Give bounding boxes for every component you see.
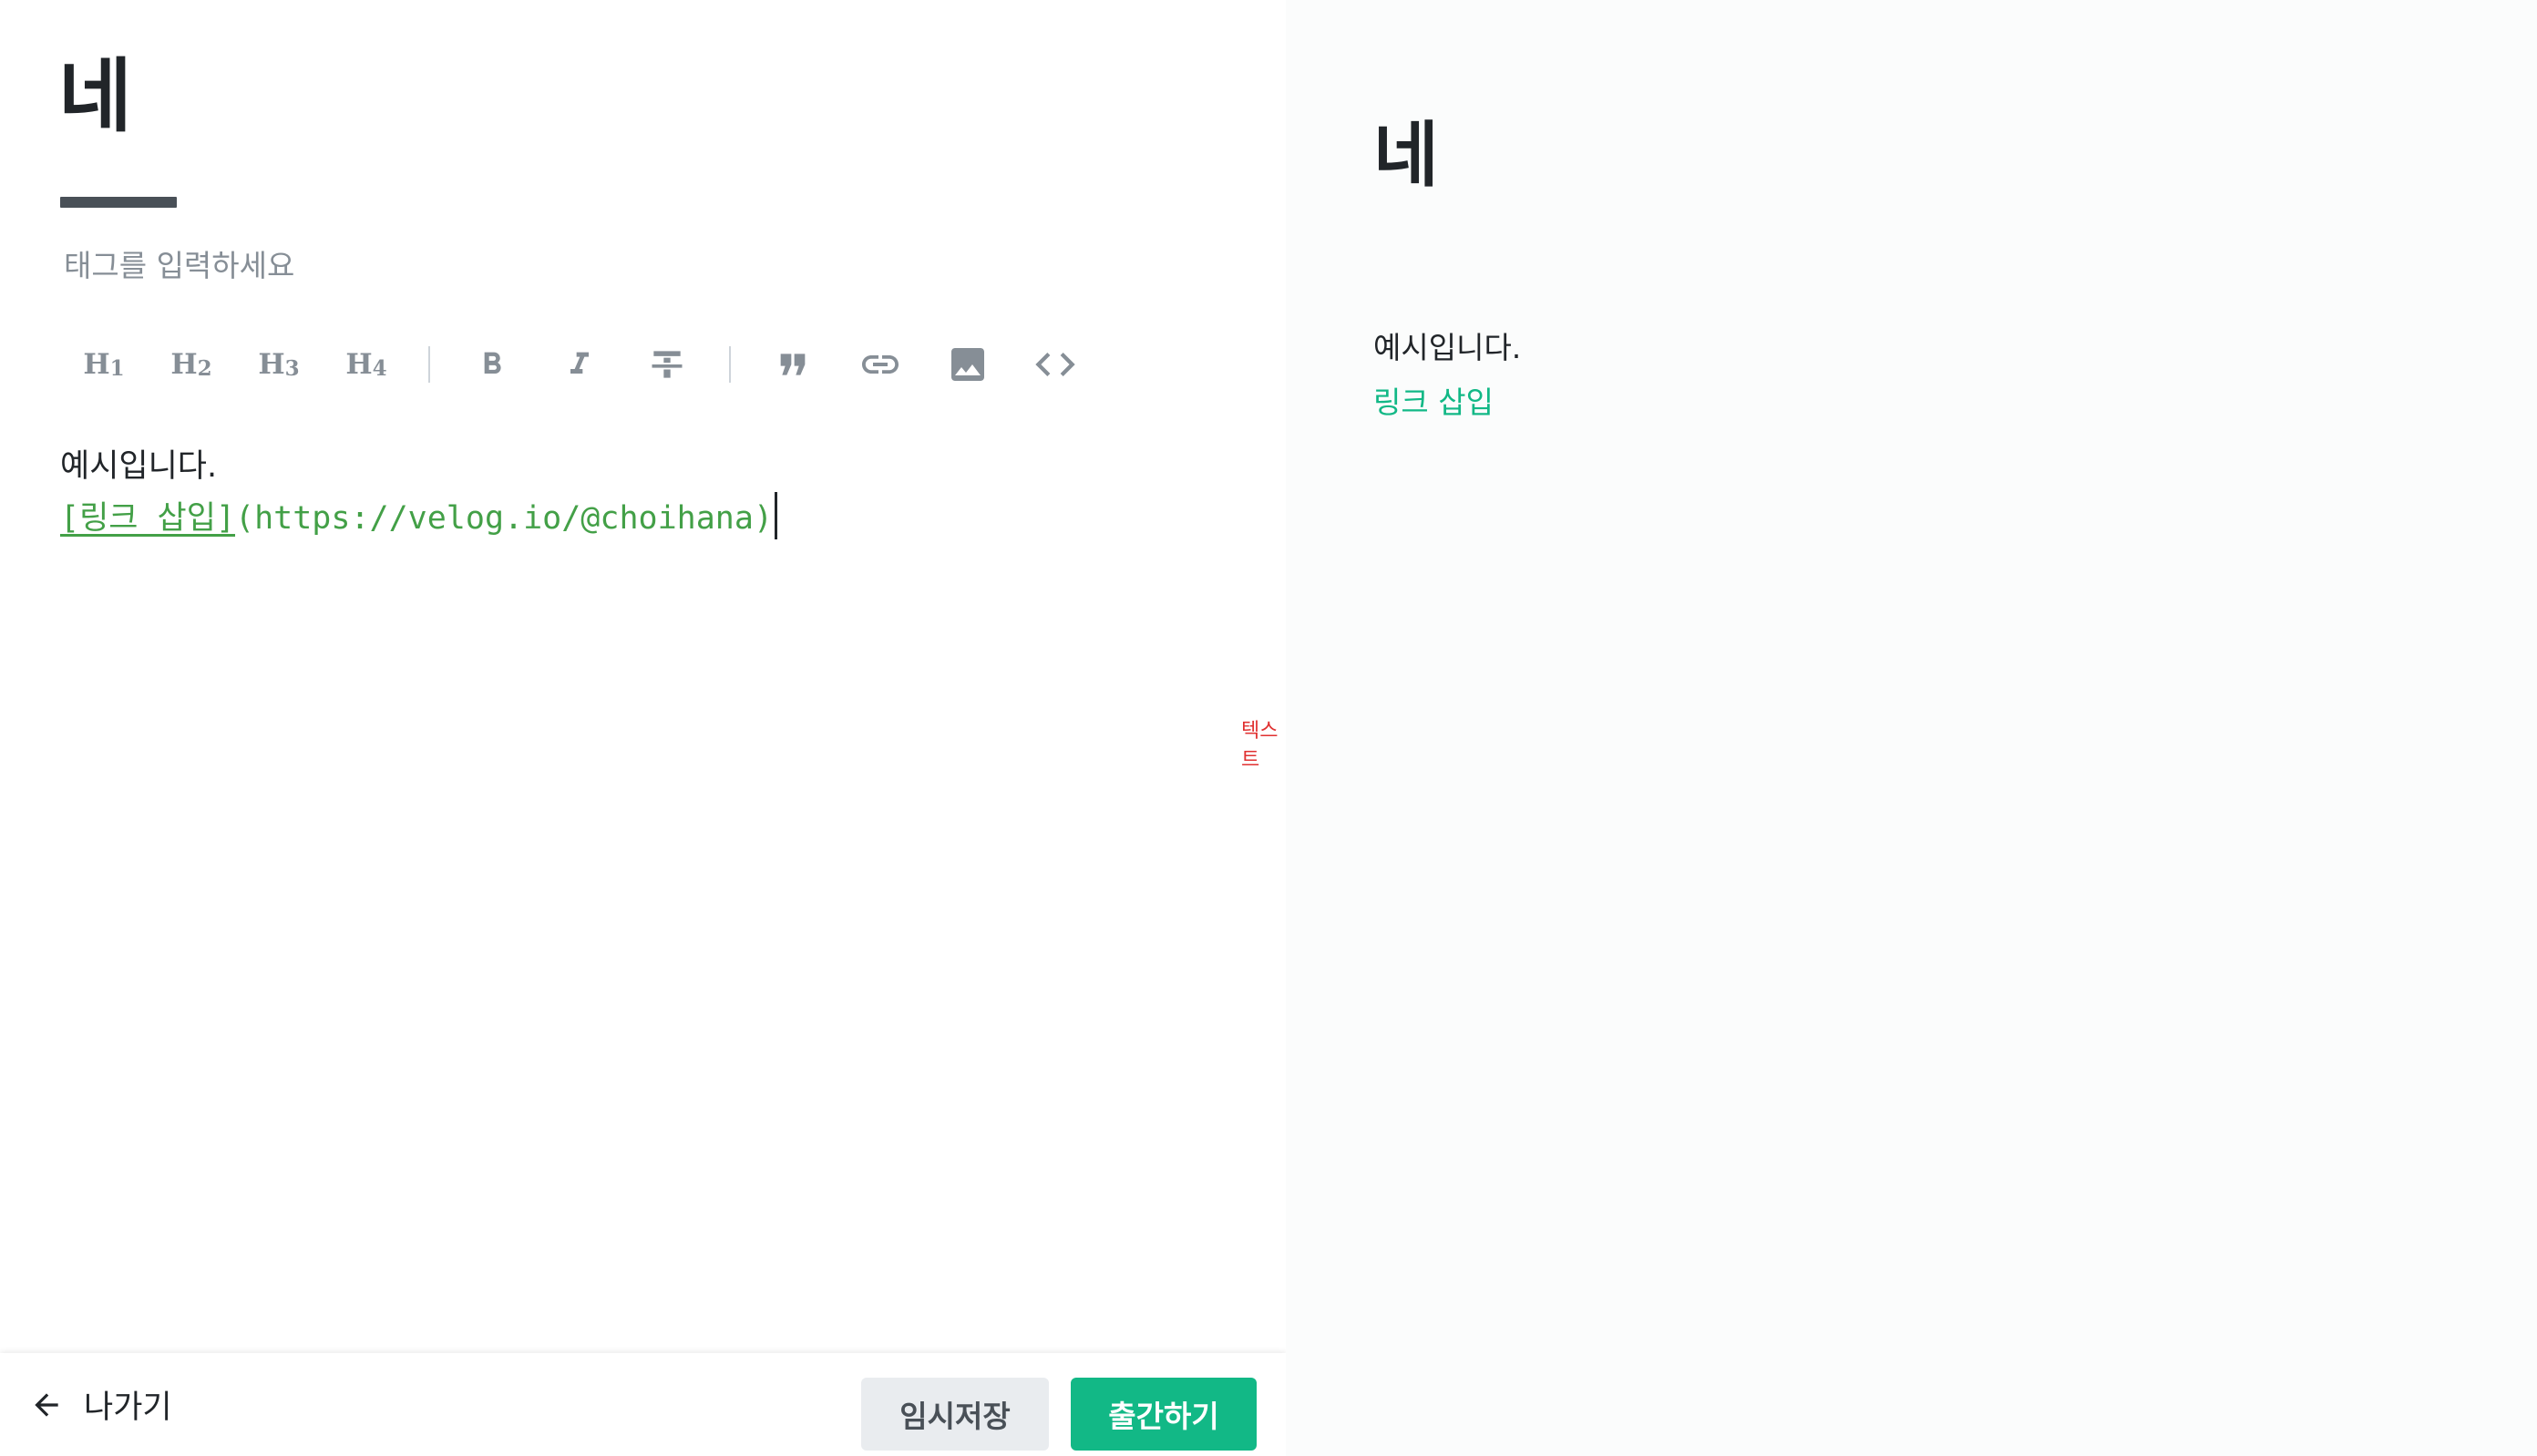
- preview-body: 예시입니다. 링크 삽입: [1373, 321, 1521, 430]
- quote-button[interactable]: [749, 330, 837, 399]
- markdown-link-text: [링크 삽입]: [60, 500, 236, 537]
- bold-icon: [484, 352, 501, 374]
- markdown-editor[interactable]: 예시입니다. [링크 삽입](https://velog.io/@choihan…: [60, 441, 778, 544]
- italic-button[interactable]: [536, 330, 623, 399]
- editor-pane: 네 H1 H2 H3 H4: [0, 0, 1286, 1456]
- preview-pane: 네 예시입니다. 링크 삽입: [1286, 0, 2537, 1456]
- editor-footer: 나가기 임시저장 출간하기: [0, 1353, 1286, 1456]
- preview-text: 예시입니다.: [1373, 330, 1522, 365]
- strikethrough-button[interactable]: [623, 330, 711, 399]
- heading4-icon: H4: [345, 348, 387, 381]
- preview-title: 네: [1373, 115, 1439, 197]
- editor-text-line: 예시입니다.: [60, 448, 218, 485]
- heading1-icon: H1: [83, 348, 125, 381]
- heading2-button[interactable]: H2: [148, 330, 235, 399]
- image-icon: [951, 348, 984, 381]
- heading3-icon: H3: [258, 348, 300, 381]
- italic-icon: [570, 352, 589, 374]
- publish-button[interactable]: 출간하기: [1071, 1378, 1257, 1451]
- tag-input[interactable]: [60, 241, 796, 290]
- quote-icon: [780, 354, 806, 375]
- heading4-button[interactable]: H4: [323, 330, 410, 399]
- editor-toolbar: H1 H2 H3 H4: [60, 330, 1099, 399]
- heading2-icon: H2: [170, 348, 212, 381]
- strikethrough-icon: [652, 351, 683, 378]
- text-caret: [775, 492, 778, 539]
- exit-button[interactable]: 나가기: [29, 1353, 172, 1456]
- link-button[interactable]: [837, 330, 924, 399]
- floating-label: 텍스트: [1241, 720, 1279, 772]
- exit-label: 나가기: [84, 1389, 172, 1426]
- bold-button[interactable]: [448, 330, 536, 399]
- code-icon: [1035, 353, 1075, 376]
- image-button[interactable]: [924, 330, 1012, 399]
- code-button[interactable]: [1012, 330, 1099, 399]
- heading1-button[interactable]: H1: [60, 330, 148, 399]
- toolbar-divider: [428, 346, 430, 383]
- preview-link[interactable]: 링크 삽입: [1373, 375, 1494, 430]
- arrow-left-icon: [35, 1392, 58, 1417]
- markdown-link-url: (https://velog.io/@choihana): [235, 500, 774, 537]
- post-title[interactable]: 네: [58, 42, 132, 151]
- heading3-button[interactable]: H3: [235, 330, 323, 399]
- link-icon: [862, 355, 899, 374]
- title-divider: [60, 197, 177, 208]
- toolbar-divider: [729, 346, 731, 383]
- editor-markdown-link-line: [링크 삽입](https://velog.io/@choihana): [60, 492, 778, 544]
- temp-save-button[interactable]: 임시저장: [861, 1378, 1049, 1451]
